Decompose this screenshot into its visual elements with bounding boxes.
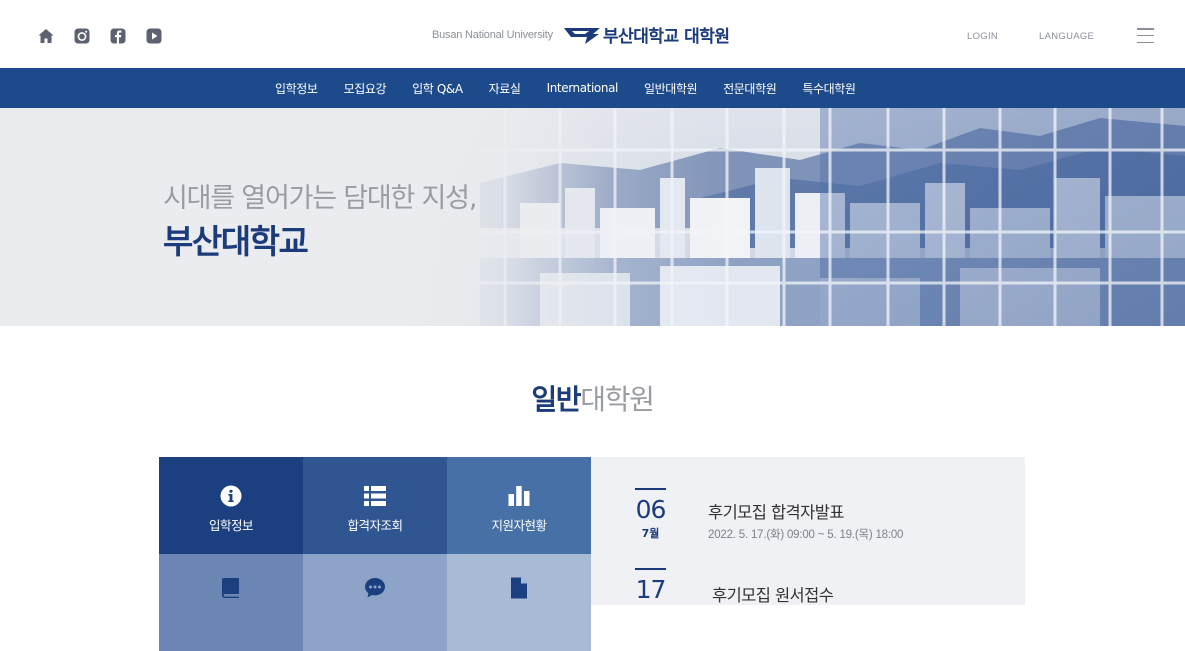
list-icon (364, 486, 386, 506)
facebook-icon[interactable] (109, 27, 127, 45)
schedule-title: 후기모집 합격자발표 (708, 503, 844, 522)
nav-item-general-graduate[interactable]: 일반대학원 (644, 80, 698, 97)
social-links (37, 27, 163, 45)
brand-english-name: Busan National University (432, 28, 553, 41)
document-icon (511, 577, 527, 599)
nav-item-special-graduate[interactable]: 특수대학원 (802, 80, 856, 97)
tile-admission-info[interactable]: 입학정보 (159, 457, 303, 554)
menu-icon-line (1137, 34, 1154, 37)
tile-label: 지원자현황 (491, 518, 547, 533)
tile-chat[interactable] (303, 554, 447, 651)
book-icon (222, 578, 239, 598)
site-header: Busan National University 부산대학교 대학원 LOGI… (0, 0, 1185, 68)
schedule-item[interactable]: 17 후기모집 원서접수 (591, 568, 1025, 648)
chat-bubble-icon (365, 578, 385, 598)
section-title-light: 대학원 (580, 383, 655, 416)
instagram-icon[interactable] (73, 27, 91, 45)
tile-label: 합격자조회 (347, 518, 403, 533)
login-link[interactable]: LOGIN (967, 31, 998, 42)
hero-banner: 시대를 열어가는 담대한 지성, 부산대학교 (0, 108, 1185, 326)
tile-document[interactable] (447, 554, 591, 651)
youtube-icon[interactable] (145, 27, 163, 45)
bar-chart-icon (508, 486, 530, 506)
tile-applicant-status[interactable]: 지원자현황 (447, 457, 591, 554)
info-icon (220, 485, 242, 507)
nav-item-admission-info[interactable]: 입학정보 (275, 80, 318, 97)
nav-item-resources[interactable]: 자료실 (489, 80, 521, 97)
menu-icon[interactable] (1137, 28, 1154, 43)
date-accent-bar (635, 568, 666, 570)
schedule-date-range: 2022. 5. 17.(화) 09:00 ~ 5. 19.(목) 18:00 (708, 529, 904, 541)
schedule-day: 06 (635, 495, 667, 524)
nav-item-recruitment-guide[interactable]: 모집요강 (344, 80, 387, 97)
nav-item-professional-graduate[interactable]: 전문대학원 (723, 80, 777, 97)
menu-icon-line (1137, 41, 1154, 43)
home-icon[interactable] (37, 27, 55, 45)
schedule-title: 후기모집 원서접수 (712, 586, 834, 605)
date-accent-bar (635, 488, 666, 490)
nav-item-admission-qna[interactable]: 입학 Q&A (412, 80, 463, 97)
quick-link-grid: 입학정보 합격자조회 지원자현황 (159, 457, 591, 651)
language-link[interactable]: LANGUAGE (1039, 31, 1094, 42)
tile-pass-check[interactable]: 합격자조회 (303, 457, 447, 554)
schedule-item[interactable]: 06 7월 후기모집 합격자발표 2022. 5. 17.(화) 09:00 ~… (591, 488, 1025, 568)
section-title-strong: 일반 (531, 383, 581, 416)
site-logo[interactable]: Busan National University 부산대학교 대학원 (432, 22, 730, 47)
university-emblem-icon (563, 27, 600, 44)
schedule-day: 17 (635, 575, 667, 604)
brand-korean-name: 부산대학교 대학원 (602, 27, 730, 47)
section-title: 일반대학원 (0, 378, 1185, 418)
tile-book[interactable] (159, 554, 303, 651)
nav-item-international[interactable]: International (547, 81, 619, 95)
main-navigation: 입학정보 모집요강 입학 Q&A 자료실 International 일반대학원… (0, 68, 1185, 108)
menu-icon-line (1137, 28, 1154, 30)
hero-title: 부산대학교 (163, 222, 309, 261)
schedule-panel: 06 7월 후기모집 합격자발표 2022. 5. 17.(화) 09:00 ~… (591, 457, 1025, 605)
tile-label: 입학정보 (208, 518, 254, 533)
hero-slogan: 시대를 열어가는 담대한 지성, (163, 183, 477, 214)
schedule-month: 7월 (641, 527, 660, 540)
